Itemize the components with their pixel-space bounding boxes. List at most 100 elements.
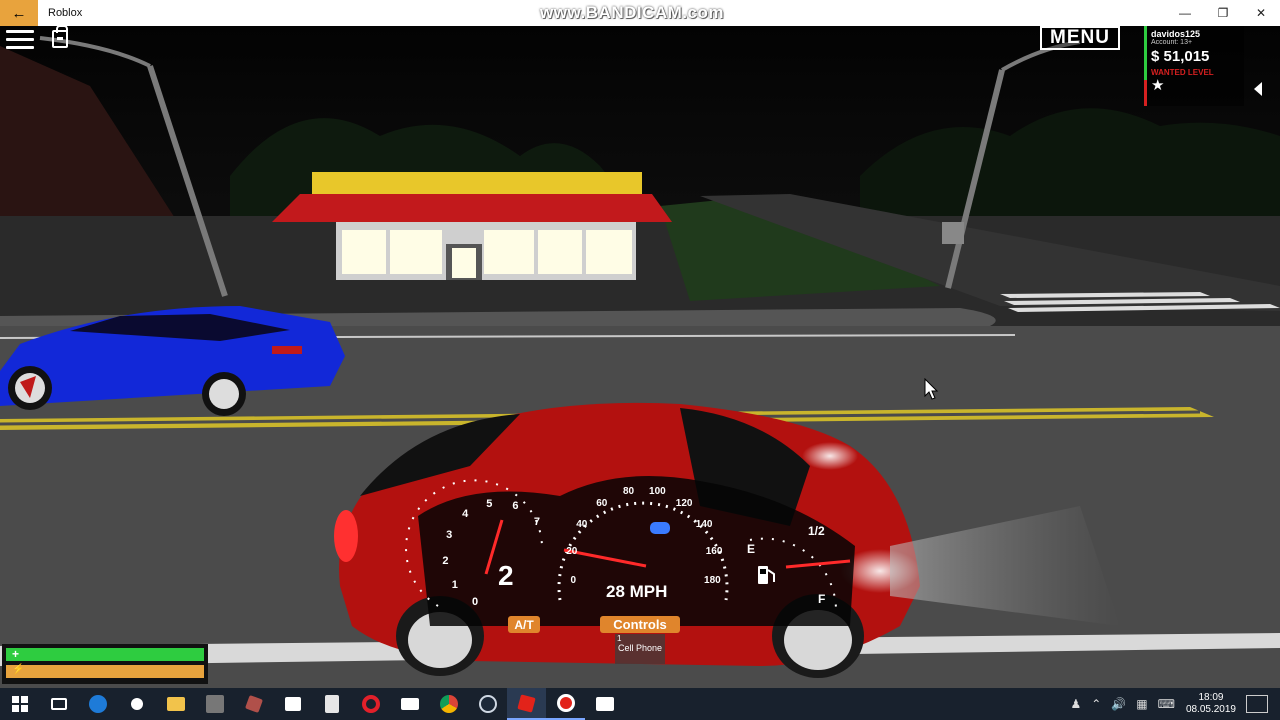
health-plus-icon: + [12, 647, 20, 661]
money-balance: $ 51,015 [1151, 48, 1210, 65]
speed-tick-label: 0 [570, 575, 577, 587]
automatic-transmission-button[interactable]: A/T [508, 616, 540, 633]
rpm-tick-label: 5 [486, 497, 493, 510]
clock-date: 08.05.2019 [1185, 704, 1236, 715]
wanted-level-label: WANTED LEVEL [1151, 68, 1214, 77]
speed-tick-label: 40 [576, 518, 588, 530]
speed-tick-label: 120 [675, 497, 693, 509]
chevron-up-icon[interactable]: ⌃ [1091, 697, 1101, 711]
sun-icon [130, 698, 143, 710]
rpm-tick-label: 6 [512, 500, 519, 513]
taskbar-chrome[interactable] [429, 688, 468, 720]
keyboard-icon[interactable]: ⌨ [1158, 697, 1175, 711]
system-clock[interactable]: 18:09 08.05.2019 [1186, 692, 1236, 716]
screen: ← Roblox www.BANDICAM.com — ❐ ✕ MENU dav… [0, 0, 1280, 720]
mouse-cursor-icon [924, 378, 938, 400]
rpm-tick-label: 0 [472, 596, 479, 609]
taskbar-explorer[interactable] [156, 688, 195, 720]
rpm-tick-label: 4 [462, 507, 469, 520]
health-bar: + [6, 647, 204, 661]
minimize-button[interactable]: — [1166, 0, 1204, 26]
speed-tick-label: 80 [622, 485, 635, 497]
taskbar-app-1[interactable] [195, 688, 234, 720]
cell-phone-label: Cell Phone [617, 643, 663, 653]
windows-taskbar: ♟ ⌃ 🔊 ▦ ⌨ 18:09 08.05.2019 [0, 688, 1280, 720]
backpack-icon[interactable] [52, 25, 68, 48]
wanted-star-icon: ★ [1151, 77, 1165, 94]
app-icon [205, 695, 224, 713]
stamina-bar-fill [6, 665, 204, 678]
rpm-tick-label: 7 [533, 515, 540, 528]
menu-button[interactable]: MENU [1040, 26, 1120, 50]
opera-icon [361, 695, 380, 713]
volume-icon[interactable]: 🔊 [1111, 697, 1126, 711]
health-bar-fill [6, 648, 204, 661]
stamina-bar: ⚡ [6, 664, 204, 678]
gear-indicator: 2 [498, 560, 514, 591]
clapperboard-icon [595, 697, 614, 711]
steam-icon [478, 695, 497, 713]
headlight-indicator-icon [650, 522, 670, 534]
start-button[interactable] [0, 688, 39, 720]
taskbar-steam[interactable] [468, 688, 507, 720]
taskbar-opera[interactable] [351, 688, 390, 720]
window-title: Roblox [48, 7, 83, 19]
people-icon[interactable]: ♟ [1070, 697, 1081, 711]
fuel-half-label: 1/2 [808, 524, 825, 538]
taskbar-video-editor[interactable] [585, 688, 624, 720]
stamina-bolt-icon: ⚡ [12, 664, 25, 675]
system-tray: ♟ ⌃ 🔊 ▦ ⌨ 18:09 08.05.2019 [1065, 688, 1280, 720]
back-button[interactable]: ← [0, 0, 38, 26]
speed-readout: 28 MPH [606, 582, 668, 601]
maximize-button[interactable]: ❐ [1204, 0, 1242, 26]
mail-icon [400, 698, 419, 710]
hamburger-menu-icon[interactable] [6, 30, 34, 50]
store-bag-icon [284, 697, 301, 711]
taskbar-bandicam[interactable] [546, 688, 585, 720]
recording-watermark: www.BANDICAM.com [540, 3, 724, 22]
cell-phone-slot[interactable]: 1 Cell Phone [615, 634, 665, 664]
taskbar-weather[interactable] [117, 688, 156, 720]
cell-phone-hotkey: 1 [617, 634, 622, 643]
player-username: davidos125 [1151, 29, 1201, 39]
taskbar-app-2[interactable] [234, 688, 273, 720]
taskbar-store[interactable] [273, 688, 312, 720]
task-view-button[interactable] [39, 688, 78, 720]
edge-icon [88, 695, 107, 713]
roblox-icon [517, 693, 536, 713]
notification-center-icon[interactable] [1246, 695, 1268, 713]
status-bars: + ⚡ [2, 644, 208, 684]
taskbar-edge[interactable] [78, 688, 117, 720]
speed-tick-label: 60 [596, 497, 608, 509]
rpm-tick-label: 1 [451, 579, 458, 592]
taskbar-mail[interactable] [390, 688, 429, 720]
wanted-bar [1144, 80, 1147, 106]
rpm-tick-label: 3 [446, 528, 453, 541]
cards-icon [324, 695, 339, 713]
close-button[interactable]: ✕ [1242, 0, 1280, 26]
fuel-full-label: F [818, 592, 826, 606]
fuel-empty-label: E [747, 542, 756, 556]
windows-logo-icon [11, 696, 28, 712]
player-info-panel: davidos125 Account: 13+ $ 51,015 WANTED … [1144, 26, 1244, 106]
chrome-icon [439, 695, 458, 713]
controls-button[interactable]: Controls [600, 616, 680, 633]
speed-tick-label: 100 [649, 485, 666, 497]
cube-icon [244, 695, 263, 713]
record-icon [556, 694, 575, 712]
network-icon[interactable]: ▦ [1136, 697, 1147, 711]
clock-time: 18:09 [1198, 692, 1224, 703]
speed-tick-label: 20 [566, 546, 578, 558]
speed-tick-label: 160 [705, 546, 723, 558]
taskbar-solitaire[interactable] [312, 688, 351, 720]
speed-tick-label: 180 [704, 575, 721, 587]
collapse-arrow-icon[interactable] [1254, 82, 1262, 96]
speed-tick-label: 140 [695, 518, 713, 530]
back-arrow-icon: ← [11, 4, 27, 22]
task-view-icon [50, 698, 67, 710]
window-titlebar: ← Roblox www.BANDICAM.com — ❐ ✕ [0, 0, 1280, 26]
taskbar-roblox[interactable] [507, 688, 546, 720]
folder-icon [166, 697, 185, 711]
stop-sign-post [942, 222, 964, 244]
rpm-tick-label: 2 [442, 554, 449, 567]
